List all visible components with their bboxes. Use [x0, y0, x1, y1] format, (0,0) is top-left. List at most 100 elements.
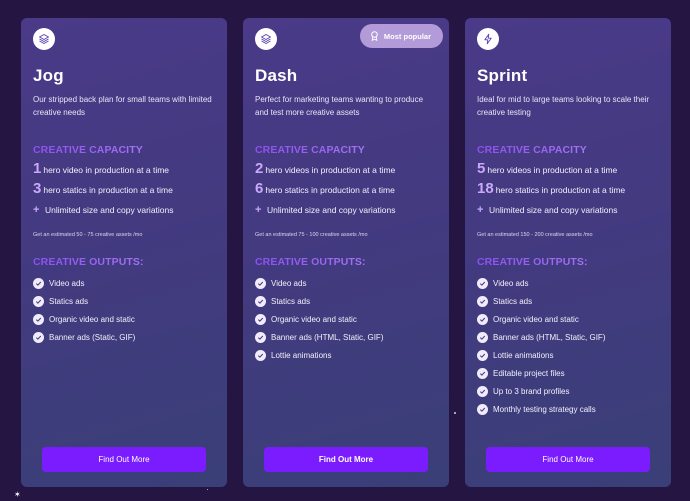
capacity-heading: CREATIVE CAPACITY	[477, 144, 659, 156]
find-out-more-button[interactable]: Find Out More	[264, 447, 428, 472]
capacity-row-unlimited: + Unlimited size and copy variations	[33, 204, 215, 216]
list-item: Banner ads (HTML, Static, GIF)	[477, 328, 659, 346]
outputs-list: Video ads Statics ads Organic video and …	[255, 274, 437, 364]
capacity-number: 5	[477, 160, 486, 177]
check-icon	[477, 367, 488, 379]
check-icon	[255, 313, 266, 325]
list-item: Organic video and static	[477, 310, 659, 328]
list-item: Lottie animations	[255, 346, 437, 364]
output-label: Banner ads (HTML, Static, GIF)	[271, 332, 384, 342]
capacity-text: hero videos in production at a time	[265, 165, 396, 175]
list-item: Video ads	[33, 274, 215, 292]
outputs-heading: CREATIVE OUTPUTS:	[33, 256, 215, 268]
list-item: Statics ads	[255, 292, 437, 310]
check-icon	[477, 385, 488, 397]
capacity-text: Unlimited size and copy variations	[489, 205, 618, 215]
estimate-text: Get an estimated 150 - 200 creative asse…	[477, 232, 593, 238]
find-out-more-button[interactable]: Find Out More	[42, 447, 206, 472]
output-label: Video ads	[49, 278, 85, 288]
check-icon	[255, 331, 266, 343]
check-icon	[477, 277, 488, 289]
list-item: Video ads	[255, 274, 437, 292]
layers-icon	[255, 28, 277, 50]
capacity-heading: CREATIVE CAPACITY	[33, 144, 215, 156]
check-icon	[477, 313, 488, 325]
sparkle-icon: ✶	[14, 490, 21, 499]
list-item: Banner ads (HTML, Static, GIF)	[255, 328, 437, 346]
plan-card-dash: Most popular Dash Perfect for marketing …	[243, 18, 449, 487]
plan-card-jog: Jog Our stripped back plan for small tea…	[21, 18, 227, 487]
award-icon	[371, 31, 378, 41]
badge-label: Most popular	[383, 31, 431, 41]
plus-icon: +	[33, 204, 40, 216]
plus-icon: +	[477, 204, 484, 216]
plan-description: Perfect for marketing teams wanting to p…	[255, 95, 424, 117]
capacity-number: 6	[255, 180, 264, 197]
capacity-row-statics: 3 hero statics in production at a time	[33, 180, 215, 197]
capacity-text: hero video in production at a time	[43, 165, 170, 175]
list-item: Video ads	[477, 274, 659, 292]
list-item: Statics ads	[477, 292, 659, 310]
output-label: Organic video and static	[271, 314, 357, 324]
outputs-list: Video ads Statics ads Organic video and …	[477, 274, 659, 418]
plus-icon: +	[255, 204, 262, 216]
capacity-row-videos: 1 hero video in production at a time	[33, 160, 215, 177]
check-icon	[477, 403, 488, 415]
check-icon	[33, 295, 44, 307]
capacity-row-statics: 18 hero statics in production at a time	[477, 180, 659, 197]
list-item: Organic video and static	[255, 310, 437, 328]
list-item: Banner ads (Static, GIF)	[33, 328, 215, 346]
output-label: Monthly testing strategy calls	[493, 404, 596, 414]
capacity-heading: CREATIVE CAPACITY	[255, 144, 437, 156]
output-label: Organic video and static	[493, 314, 579, 324]
list-item: Lottie animations	[477, 346, 659, 364]
capacity-number: 3	[33, 180, 42, 197]
plan-description: Our stripped back plan for small teams w…	[33, 95, 212, 117]
capacity-text: hero statics in production at a time	[43, 185, 173, 195]
capacity-number: 1	[33, 160, 42, 177]
plan-title: Sprint	[477, 66, 528, 85]
output-label: Editable project files	[493, 368, 565, 378]
estimate-text: Get an estimated 75 - 100 creative asset…	[255, 232, 368, 238]
decorative-dot	[454, 412, 456, 414]
output-label: Lottie animations	[271, 350, 332, 360]
capacity-row-videos: 5 hero videos in production at a time	[477, 160, 659, 177]
capacity-row-statics: 6 hero statics in production at a time	[255, 180, 437, 197]
find-out-more-button[interactable]: Find Out More	[486, 447, 650, 472]
output-label: Statics ads	[49, 296, 89, 306]
capacity-text: Unlimited size and copy variations	[45, 205, 174, 215]
check-icon	[255, 349, 266, 361]
capacity-text: hero videos in production at a time	[487, 165, 618, 175]
check-icon	[477, 349, 488, 361]
output-label: Organic video and static	[49, 314, 135, 324]
list-item: Monthly testing strategy calls	[477, 400, 659, 418]
capacity-text: hero statics in production at a time	[495, 185, 626, 195]
check-icon	[33, 331, 44, 343]
output-label: Video ads	[271, 278, 307, 288]
capacity-number: 2	[255, 160, 264, 177]
check-icon	[477, 295, 488, 307]
capacity-number: 18	[477, 180, 494, 197]
plan-title: Jog	[33, 66, 64, 85]
decorative-dot	[207, 489, 208, 490]
check-icon	[33, 277, 44, 289]
layers-icon	[33, 28, 55, 50]
outputs-heading: CREATIVE OUTPUTS:	[255, 256, 437, 268]
list-item: Organic video and static	[33, 310, 215, 328]
check-icon	[477, 331, 488, 343]
list-item: Statics ads	[33, 292, 215, 310]
check-icon	[255, 295, 266, 307]
outputs-heading: CREATIVE OUTPUTS:	[477, 256, 659, 268]
capacity-row-unlimited: + Unlimited size and copy variations	[477, 204, 659, 216]
plan-title: Dash	[255, 66, 298, 85]
output-label: Banner ads (Static, GIF)	[49, 332, 136, 342]
most-popular-badge: Most popular	[359, 24, 443, 48]
plan-card-sprint: Sprint Ideal for mid to large teams look…	[465, 18, 671, 487]
bolt-icon	[477, 28, 499, 50]
list-item: Editable project files	[477, 364, 659, 382]
capacity-text: Unlimited size and copy variations	[267, 205, 396, 215]
output-label: Banner ads (HTML, Static, GIF)	[493, 332, 606, 342]
list-item: Up to 3 brand profiles	[477, 382, 659, 400]
output-label: Lottie animations	[493, 350, 554, 360]
estimate-text: Get an estimated 50 - 75 creative assets…	[33, 232, 143, 238]
